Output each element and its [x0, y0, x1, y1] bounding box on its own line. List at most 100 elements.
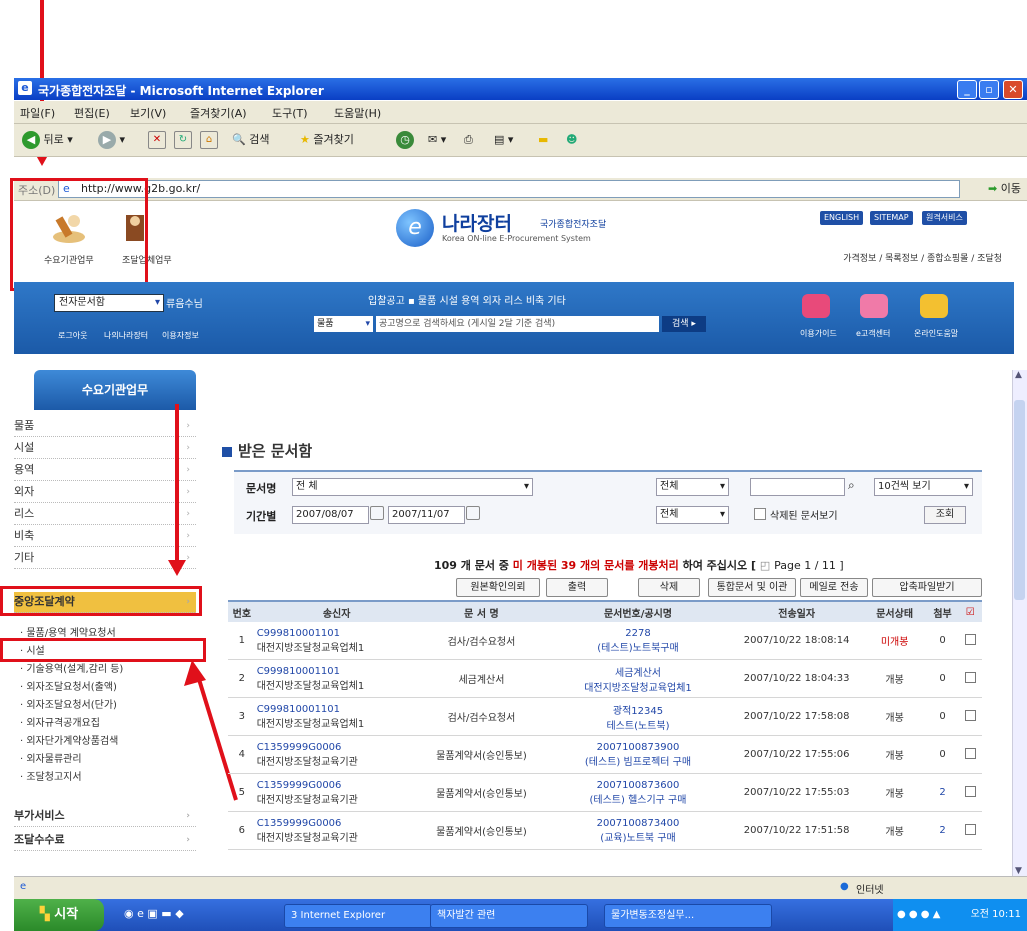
all-select-2[interactable]: 전체 ▾: [656, 506, 729, 524]
menu-favorites[interactable]: 즐겨찾기(A): [190, 105, 247, 121]
sidebar-item-extra-service[interactable]: 부가서비스 ›: [14, 806, 196, 827]
sender-code[interactable]: C999810001101: [257, 666, 417, 677]
customer-center-icon[interactable]: [860, 294, 888, 318]
sitemap-button[interactable]: SITEMAP: [870, 211, 913, 225]
row-select-checkbox[interactable]: [964, 785, 976, 797]
user-info-link[interactable]: 이용자정보: [162, 330, 199, 341]
row-checkbox[interactable]: [958, 659, 982, 698]
doc-number-link[interactable]: 2007100873600: [546, 780, 729, 791]
row-checkbox[interactable]: [958, 811, 982, 850]
date-to-input[interactable]: 2007/11/07: [388, 506, 465, 524]
ie-quick-icon[interactable]: e: [137, 907, 144, 920]
sidebar-item-stockpile[interactable]: 비축 ›: [14, 526, 196, 547]
row-select-checkbox[interactable]: [964, 633, 976, 645]
row-checkbox[interactable]: [958, 622, 982, 660]
all-select-1[interactable]: 전체 ▾: [656, 478, 729, 496]
english-button[interactable]: ENGLISH: [820, 211, 864, 225]
sidebar-sub-item[interactable]: · 외자물류관리: [20, 750, 82, 765]
table-row[interactable]: 2 C999810001101 대전지방조달청교육업체1 세금계산서 세금계산서 대전지방…: [228, 659, 982, 698]
doc-title-link[interactable]: (테스트) 빔프로젝터 구매: [546, 753, 729, 768]
print-doc-button[interactable]: 출력: [546, 578, 608, 597]
app-quick-icon[interactable]: ◆: [175, 907, 183, 920]
doc-title-link[interactable]: 대전지방조달청교육업체1: [546, 679, 729, 694]
header-links[interactable]: 가격정보 / 목록정보 / 종합쇼핑몰 / 조달청: [843, 251, 1002, 264]
page-size-select[interactable]: 10건씩 보기 ▾: [874, 478, 973, 496]
sidebar-item-facility[interactable]: 시설 ›: [14, 438, 196, 459]
menu-edit[interactable]: 편집(E): [74, 105, 110, 121]
merge-transfer-button[interactable]: 통합문서 및 이관: [708, 578, 796, 597]
sender-code[interactable]: C999810001101: [257, 628, 417, 639]
scroll-down-icon[interactable]: ▼: [1015, 866, 1022, 876]
menu-file[interactable]: 파일(F): [20, 105, 55, 121]
sender-code[interactable]: C1359999G0006: [257, 818, 417, 829]
desktop-icon[interactable]: ◉: [124, 907, 134, 920]
task-folder[interactable]: 책자발간 관련: [430, 904, 588, 928]
menu-view[interactable]: 보기(V): [130, 105, 166, 121]
table-row[interactable]: 3 C999810001101 대전지방조달청교육업체1 검사/검수요청서 광적1234…: [228, 697, 982, 736]
doc-number-link[interactable]: 2007100873400: [546, 818, 729, 829]
online-help-label[interactable]: 온라인도움말: [914, 328, 958, 339]
scroll-thumb[interactable]: [1014, 400, 1025, 600]
guide-icon[interactable]: [802, 294, 830, 318]
download-zip-button[interactable]: 압축파일받기: [872, 578, 982, 597]
doc-number-link[interactable]: 세금계산서: [546, 664, 729, 679]
sidebar-item-goods[interactable]: 물품 ›: [14, 416, 196, 437]
table-row[interactable]: 4 C1359999G0006 대전지방조달청교육기관 물품계약서(승인통보) 2007…: [228, 735, 982, 774]
menu-help[interactable]: 도움말(H): [334, 105, 381, 121]
home-button[interactable]: ⌂: [200, 130, 218, 150]
row-checkbox[interactable]: [958, 773, 982, 812]
messenger-button[interactable]: ☻: [566, 130, 577, 150]
doc-title-link[interactable]: (교육)노트북 구매: [546, 829, 729, 844]
maximize-button[interactable]: ▫: [979, 80, 999, 99]
sender-code[interactable]: C999810001101: [257, 704, 417, 715]
online-help-icon[interactable]: [920, 294, 948, 318]
media-icon[interactable]: ▣: [147, 907, 157, 920]
search-input[interactable]: 공고명으로 검색하세요 (게시일 2달 기준 검색): [376, 316, 659, 332]
sidebar-sub-item[interactable]: · 조달청고지서: [20, 768, 82, 783]
col-select-all-checkbox[interactable]: ☑: [958, 600, 982, 622]
stop-button[interactable]: ✕: [148, 130, 166, 150]
doc-number-link[interactable]: 2278: [546, 628, 729, 639]
calendar-icon[interactable]: [466, 506, 480, 520]
sidebar-item-fee[interactable]: 조달수수료 ›: [14, 830, 196, 851]
row-select-checkbox[interactable]: [964, 671, 976, 683]
search-icon[interactable]: ⌕: [848, 478, 855, 493]
doc-title-link[interactable]: 테스트(노트북): [546, 717, 729, 732]
sidebar-sub-item[interactable]: · 물품/용역 계약요청서: [20, 624, 116, 639]
folder-quick-icon[interactable]: ▬: [161, 907, 171, 920]
task-document[interactable]: 물가변동조정실무...: [604, 904, 772, 928]
doc-name-select[interactable]: 전 체 ▾: [292, 478, 533, 496]
delete-button[interactable]: 삭제: [638, 578, 700, 597]
task-ie[interactable]: 3 Internet Explorer: [284, 904, 432, 928]
mail-button[interactable]: ✉ ▾: [428, 130, 446, 150]
sidebar-sub-item[interactable]: · 외자조달요청서(출액): [20, 678, 117, 693]
search-submit-button[interactable]: 검색 ▸: [662, 316, 706, 332]
sidebar-sub-item[interactable]: · 기술용역(설계,감리 등): [20, 660, 123, 675]
row-select-checkbox[interactable]: [964, 709, 976, 721]
email-send-button[interactable]: 메일로 전송: [800, 578, 868, 597]
logout-link[interactable]: 로그아웃: [58, 330, 87, 341]
history-button[interactable]: ◷: [396, 130, 414, 150]
original-verify-button[interactable]: 원본확인의뢰: [456, 578, 540, 597]
calendar-icon[interactable]: [370, 506, 384, 520]
search-button[interactable]: 🔍 검색: [232, 130, 269, 150]
favorites-button[interactable]: ★ 즐겨찾기: [300, 130, 354, 150]
sidebar-sub-item[interactable]: · 외자단가계약상품검색: [20, 732, 118, 747]
sidebar-item-foreign[interactable]: 외자 ›: [14, 482, 196, 503]
minimize-button[interactable]: _: [957, 80, 977, 99]
scroll-up-icon[interactable]: ▲: [1015, 370, 1022, 380]
refresh-button[interactable]: ↻: [174, 130, 192, 150]
close-button[interactable]: ✕: [1003, 80, 1023, 99]
my-nara-link[interactable]: 나의나라장터: [104, 330, 148, 341]
forward-button[interactable]: ▶ ▾: [98, 130, 125, 150]
start-button[interactable]: ▚ 시작: [14, 899, 104, 931]
table-row[interactable]: 5 C1359999G0006 대전지방조달청교육기관 물품계약서(승인통보) 2007…: [228, 773, 982, 812]
sender-code[interactable]: C1359999G0006: [257, 780, 417, 791]
table-row[interactable]: 6 C1359999G0006 대전지방조달청교육기관 물품계약서(승인통보) 2007…: [228, 811, 982, 850]
guide-label[interactable]: 이용가이드: [800, 328, 837, 339]
sidebar-item-service[interactable]: 용역 ›: [14, 460, 196, 481]
doc-number-link[interactable]: 광적12345: [546, 702, 729, 717]
menu-tools[interactable]: 도구(T): [272, 105, 308, 121]
remote-service-button[interactable]: 원격서비스: [922, 211, 967, 225]
row-select-checkbox[interactable]: [964, 747, 976, 759]
